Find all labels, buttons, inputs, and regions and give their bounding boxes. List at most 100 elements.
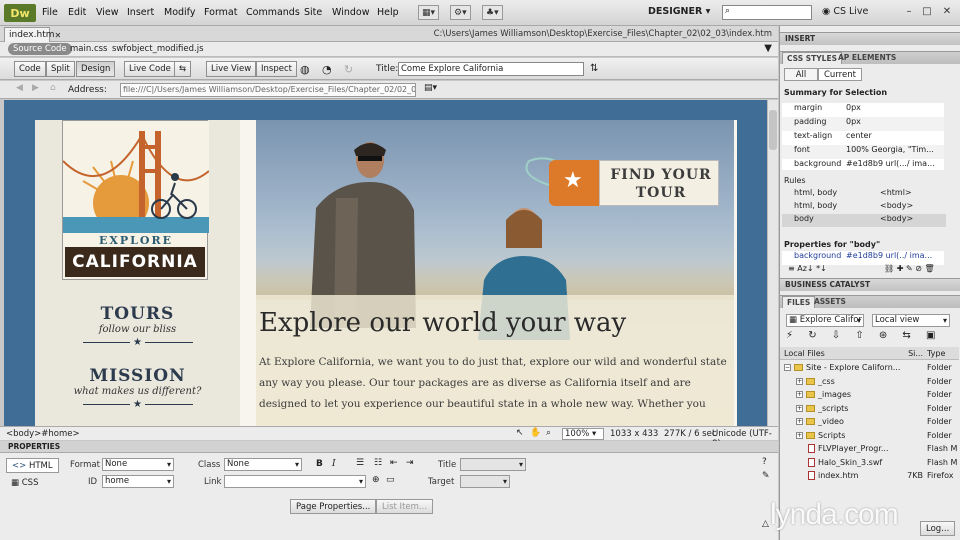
insert-panel-header[interactable]: INSERT — [780, 32, 960, 45]
extend-icon[interactable]: ⚙▾ — [450, 5, 471, 20]
edit-icon[interactable]: ✎ — [762, 471, 770, 481]
target-select[interactable] — [460, 475, 510, 488]
file-row[interactable]: + _video Folder — [780, 415, 959, 428]
rule-row[interactable]: html, body <body> — [782, 201, 946, 214]
file-row[interactable]: + _images Folder — [780, 388, 959, 401]
col-size[interactable]: Si... — [903, 349, 927, 358]
tag-selector[interactable]: <body>#home> — [6, 429, 80, 439]
browse-folder-icon[interactable]: ▭ — [386, 475, 395, 485]
related-main-css[interactable]: main.css — [70, 44, 107, 54]
browser-preview-icon[interactable]: ◍ — [300, 63, 310, 76]
unordered-list-icon[interactable]: ☰ — [356, 458, 364, 468]
page-properties-button[interactable]: Page Properties... — [290, 499, 377, 514]
related-swfobject[interactable]: swfobject_modified.js — [112, 44, 204, 54]
link-input[interactable] — [224, 475, 366, 488]
file-row[interactable]: index.htm 7KB Firefox — [780, 469, 959, 482]
html-mode-button[interactable]: <> HTML — [6, 458, 59, 473]
close-tab-icon[interactable]: ✕ — [54, 31, 61, 40]
summary-row[interactable]: margin 0px — [782, 103, 944, 117]
site-logo[interactable]: EXPLORE CALIFORNIA — [62, 120, 209, 280]
menu-help[interactable]: Help — [377, 7, 399, 18]
list-item-button[interactable]: List Item... — [376, 499, 434, 514]
outdent-icon[interactable]: ⇤ — [390, 458, 398, 468]
point-to-file-icon[interactable]: ⊕ — [372, 475, 380, 485]
rule-row[interactable]: html, body <html> — [782, 188, 946, 201]
menu-commands[interactable]: Commands — [246, 7, 300, 18]
zoom-tool-icon[interactable]: ⌕ — [546, 428, 551, 438]
file-row[interactable]: FLVPlayer_Progr... Flash M — [780, 442, 959, 455]
class-select[interactable]: None — [224, 458, 302, 471]
help-icon[interactable]: ? — [762, 457, 767, 467]
col-type[interactable]: Type — [927, 349, 959, 358]
show-props-icon[interactable]: ≡ Az↓ *↓ — [788, 264, 827, 273]
css-panel-tools-icon[interactable]: ⛓ ✚ ✎ ⊘ 🗑 — [884, 264, 935, 273]
search-input[interactable]: ⌕ — [722, 5, 812, 20]
back-icon[interactable]: ◀ — [16, 83, 23, 93]
menu-insert[interactable]: Insert — [127, 7, 154, 18]
file-management-icon[interactable]: ⇅ — [590, 63, 598, 74]
current-button[interactable]: Current — [818, 68, 862, 81]
all-button[interactable]: All — [784, 68, 818, 81]
file-row[interactable]: + _scripts Folder — [780, 402, 959, 415]
site-icon[interactable]: ♣▾ — [482, 5, 503, 20]
col-local-files[interactable]: Local Files — [780, 349, 903, 358]
find-your-tour-badge[interactable]: ★ FIND YOUR TOUR — [519, 155, 749, 213]
live-code-button[interactable]: Live Code — [124, 61, 176, 77]
layout-icon[interactable]: ▦▾ — [418, 5, 440, 20]
scroll-thumb[interactable] — [769, 110, 777, 150]
menu-window[interactable]: Window — [332, 7, 369, 18]
select-tool-icon[interactable]: ↖ — [516, 428, 524, 438]
design-view-button[interactable]: Design — [76, 61, 116, 77]
expand-icon[interactable]: + — [796, 431, 803, 439]
code-view-button[interactable]: Code — [14, 61, 46, 77]
rule-row[interactable]: body <body> — [782, 214, 946, 227]
indent-icon[interactable]: ⇥ — [406, 458, 414, 468]
main-heading[interactable]: Explore our world your way — [259, 308, 626, 338]
design-view[interactable]: EXPLORE CALIFORNIA TOURS follow our blis… — [4, 100, 767, 426]
file-row[interactable]: + Scripts Folder — [780, 429, 959, 442]
expand-icon[interactable]: + — [796, 404, 803, 412]
check-icon[interactable]: ◔ — [322, 63, 332, 76]
tab-index[interactable]: index.htm ✕ — [4, 27, 61, 42]
menu-edit[interactable]: Edit — [68, 7, 86, 18]
home-icon[interactable]: ⌂ — [50, 83, 56, 93]
format-select[interactable]: None — [102, 458, 174, 471]
source-code-tab[interactable]: Source Code — [8, 43, 72, 55]
site-select[interactable]: ▦ Explore Califor — [786, 314, 864, 327]
file-row[interactable]: Halo_Skin_3.swf Flash M — [780, 456, 959, 469]
view-select[interactable]: Local view — [872, 314, 950, 327]
tab-assets[interactable]: ASSETS — [810, 296, 850, 308]
id-select[interactable]: home — [102, 475, 174, 488]
close-icon[interactable]: ✕ — [940, 4, 954, 18]
cs-live-button[interactable]: ◉ CS Live — [822, 6, 868, 17]
inspect-button[interactable]: Inspect — [256, 61, 297, 77]
minimize-icon[interactable]: – — [902, 4, 916, 18]
inspect-toggle-icon[interactable]: ⇆ — [174, 61, 192, 77]
ordered-list-icon[interactable]: ☷ — [374, 458, 382, 468]
title-input[interactable]: Come Explore California — [398, 62, 584, 76]
property-row[interactable]: background #e1d8b9 url(../ ima... — [782, 251, 944, 265]
expand-icon[interactable]: + — [796, 377, 803, 385]
files-toolbar-icons[interactable]: ⚡ ↻ ⇩ ⇧ ⊛ ⇆ ▣ — [786, 330, 941, 341]
expand-icon[interactable]: + — [796, 391, 803, 398]
menu-site[interactable]: Site — [304, 7, 322, 18]
menu-file[interactable]: File — [42, 7, 58, 18]
maximize-icon[interactable]: □ — [920, 4, 934, 18]
expand-icon[interactable]: △ — [762, 519, 769, 529]
file-row[interactable]: + _css Folder — [780, 375, 959, 388]
menu-view[interactable]: View — [96, 7, 119, 18]
refresh-icon[interactable]: ↻ — [344, 63, 353, 76]
nav-tours[interactable]: TOURS follow our bliss ★ — [35, 304, 240, 348]
properties-header[interactable]: PROPERTIES — [0, 441, 778, 453]
log-button[interactable]: Log... — [920, 521, 956, 536]
file-row[interactable]: − Site - Explore Californ... Folder — [780, 361, 959, 374]
summary-row[interactable]: text-align center — [782, 131, 944, 145]
summary-row[interactable]: font 100% Georgia, "Tim... — [782, 145, 944, 159]
tab-ap-elements[interactable]: AP ELEMENTS — [834, 52, 900, 64]
expand-icon[interactable]: + — [796, 418, 803, 425]
tab-css-styles[interactable]: CSS STYLES — [782, 52, 842, 64]
filter-icon[interactable]: ▼ — [764, 43, 772, 54]
css-mode-button[interactable]: ▦ CSS — [6, 475, 43, 490]
collapse-icon[interactable]: − — [784, 364, 791, 371]
menu-format[interactable]: Format — [204, 7, 237, 18]
